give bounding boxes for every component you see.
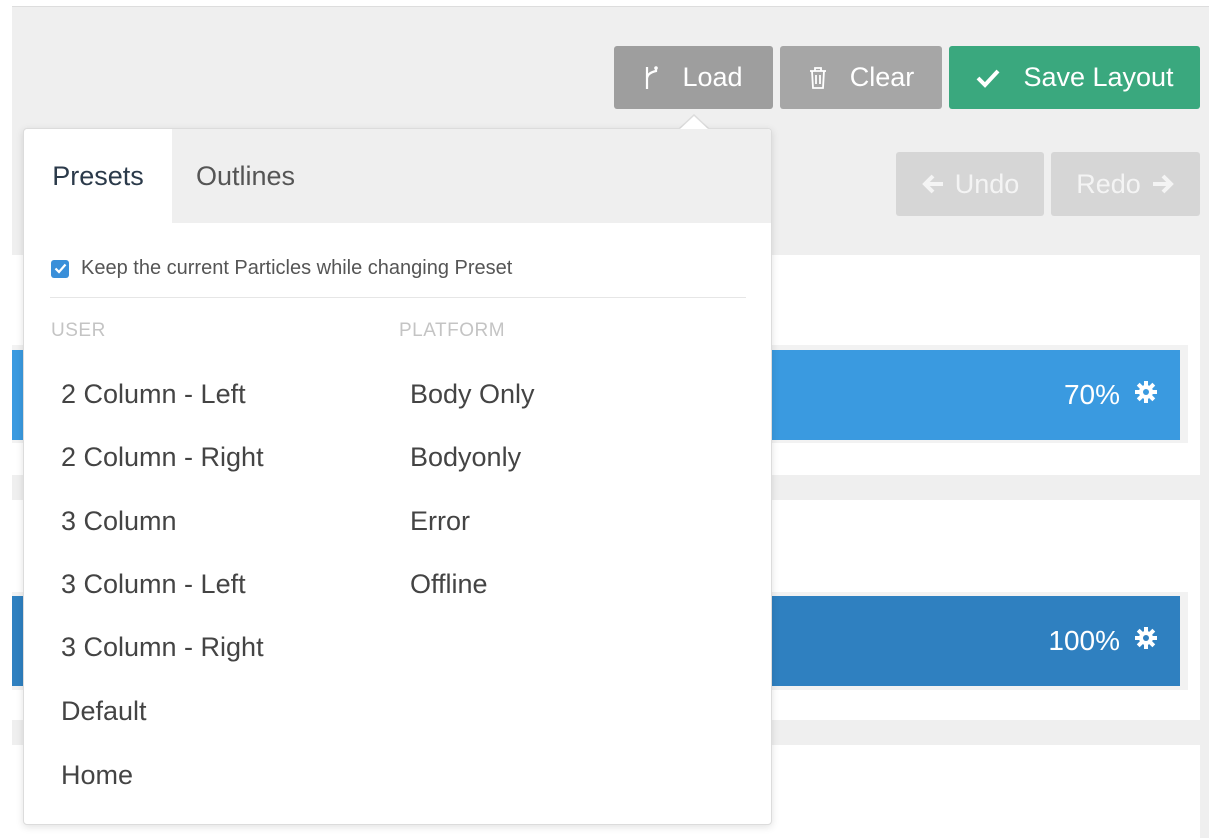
preset-bodyonly[interactable]: Bodyonly [410, 442, 521, 473]
trash-icon [808, 66, 828, 90]
preset-default[interactable]: Default [61, 696, 147, 727]
load-preset-dropdown: Presets Outlines Keep the current Partic… [23, 128, 772, 825]
popover-arrow [680, 116, 708, 129]
clear-button[interactable]: Clear [780, 46, 942, 109]
keep-particles-label: Keep the current Particles while changin… [81, 257, 513, 279]
gear-icon[interactable] [1134, 379, 1158, 411]
keep-particles-checkbox[interactable] [51, 259, 69, 278]
clear-label: Clear [849, 62, 915, 92]
preset-error[interactable]: Error [410, 506, 470, 537]
undo-button[interactable]: Undo [896, 152, 1044, 216]
preset-3-column-left[interactable]: 3 Column - Left [61, 569, 246, 600]
preset-offline[interactable]: Offline [410, 569, 488, 600]
block-size-label: 100% [1048, 625, 1120, 656]
redo-label: Redo [1076, 168, 1141, 199]
block-size-label: 70% [1063, 379, 1120, 410]
save-layout-label: Save Layout [1023, 62, 1174, 92]
save-layout-button[interactable]: Save Layout [949, 46, 1200, 109]
divider [50, 297, 746, 298]
preset-body-only[interactable]: Body Only [410, 379, 535, 410]
preset-3-column-right[interactable]: 3 Column - Right [61, 632, 264, 663]
load-label: Load [682, 62, 743, 92]
platform-heading: PLATFORM [399, 320, 506, 341]
preset-home[interactable]: Home [61, 760, 133, 791]
redo-button[interactable]: Redo [1051, 152, 1200, 216]
fork-icon [644, 65, 660, 91]
user-heading: USER [51, 320, 106, 341]
arrow-left-icon [921, 173, 945, 195]
preset-2-column-left[interactable]: 2 Column - Left [61, 379, 246, 410]
preset-2-column-right[interactable]: 2 Column - Right [61, 442, 264, 473]
undo-label: Undo [954, 168, 1020, 199]
check-icon [975, 67, 1001, 89]
tab-presets[interactable]: Presets [24, 129, 172, 223]
dropdown-tabs: Presets Outlines [24, 129, 771, 223]
keep-particles-option[interactable]: Keep the current Particles while changin… [51, 257, 512, 280]
load-button[interactable]: Load [614, 46, 773, 109]
arrow-right-icon [1151, 173, 1175, 195]
tab-outlines[interactable]: Outlines [196, 129, 295, 223]
gear-icon[interactable] [1134, 625, 1158, 657]
preset-3-column[interactable]: 3 Column [61, 506, 177, 537]
